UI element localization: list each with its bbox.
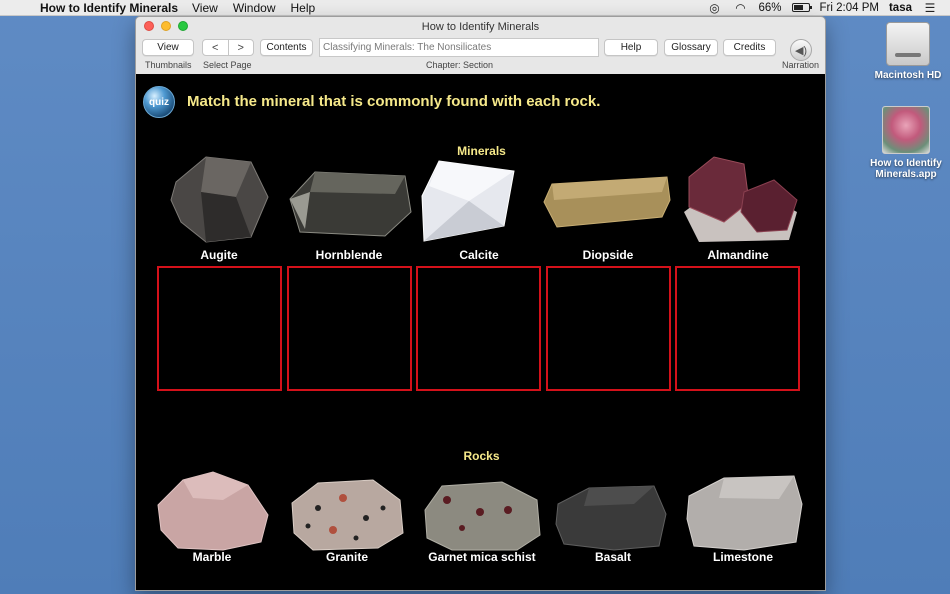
menu-window[interactable]: Window <box>233 1 276 15</box>
wifi-icon[interactable]: ◠ <box>733 1 749 15</box>
narration-speaker-icon[interactable]: ◀) <box>790 39 812 61</box>
glossary-button[interactable]: Glossary <box>664 39 718 56</box>
schist-garnet <box>504 506 512 514</box>
help-button[interactable]: Help <box>604 39 658 56</box>
narration-label: Narration <box>782 60 820 70</box>
thumbnails-label: Thumbnails <box>145 60 192 70</box>
limestone-rock-image[interactable] <box>684 474 804 552</box>
battery-icon[interactable] <box>791 3 812 12</box>
creative-cloud-icon[interactable]: ◎ <box>707 1 723 15</box>
chapter-section-label: Chapter: Section <box>426 60 494 70</box>
rock-label-basalt: Basalt <box>594 550 632 564</box>
select-page-label: Select Page <box>203 60 252 70</box>
zoom-window-button[interactable] <box>178 21 188 31</box>
schist-rock <box>424 481 541 551</box>
mineral-label-almandine: Almandine <box>707 248 769 262</box>
quiz-badge-icon: quiz <box>143 86 175 118</box>
battery-fill <box>793 5 803 10</box>
garnet-mica-schist-rock-image[interactable] <box>422 480 542 552</box>
quiz-title: Match the mineral that is commonly found… <box>187 93 601 110</box>
rock-label-marble: Marble <box>192 550 232 564</box>
granite-speck <box>363 515 369 521</box>
schist-garnet <box>476 508 484 516</box>
schist-garnet <box>443 496 451 504</box>
battery-percent[interactable]: 66% <box>759 2 782 14</box>
menu-view[interactable]: View <box>192 1 218 15</box>
granite-rock-image[interactable] <box>288 478 406 552</box>
granite-speck <box>329 526 337 534</box>
augite-mineral-image[interactable] <box>166 152 272 247</box>
tourmaline-app-icon <box>882 106 930 154</box>
granite-speck <box>305 523 311 529</box>
granite-speck <box>315 505 321 511</box>
mineral-label-hornblende: Hornblende <box>315 248 383 262</box>
rock-label-granite: Granite <box>325 550 368 564</box>
contents-button[interactable]: Contents <box>260 39 313 56</box>
mineral-label-calcite: Calcite <box>459 248 499 262</box>
drop-box-4[interactable] <box>546 266 671 391</box>
mineral-label-augite: Augite <box>200 248 238 262</box>
granite-speck <box>353 535 359 541</box>
diopside-mineral-image[interactable] <box>542 172 672 232</box>
minimize-window-button[interactable] <box>161 21 171 31</box>
rocks-heading: Rocks <box>463 449 500 463</box>
granite-rock <box>291 479 404 551</box>
app-window: How to Identify Minerals View < > Conten… <box>135 16 826 591</box>
window-titlebar[interactable]: How to Identify Minerals <box>136 17 825 36</box>
marble-rock-image[interactable] <box>153 470 273 552</box>
credits-button[interactable]: Credits <box>723 39 776 56</box>
quiz-content: quiz Match the mineral that is commonly … <box>136 74 825 590</box>
notification-list-icon[interactable]: ☰ <box>922 1 938 15</box>
window-title: How to Identify Minerals <box>421 20 540 33</box>
schist-garnet <box>459 525 465 531</box>
view-button[interactable]: View <box>142 39 194 56</box>
previous-page-button[interactable]: < <box>203 40 229 55</box>
menu-bar: How to Identify Minerals View Window Hel… <box>0 0 950 16</box>
granite-speck <box>339 494 347 502</box>
chapter-section-field[interactable]: Classifying Minerals: The Nonsilicates <box>319 38 599 57</box>
almandine-mineral-image[interactable] <box>679 152 799 244</box>
toolbar: View < > Contents Classifying Minerals: … <box>136 36 825 74</box>
drop-box-3[interactable] <box>416 266 541 391</box>
mineral-label-diopside: Diopside <box>582 248 634 262</box>
desktop-icon-label: How to Identify Minerals.app <box>870 158 942 180</box>
calcite-mineral-image[interactable] <box>419 156 525 246</box>
desktop-icon-macintosh-hd[interactable]: Macintosh HD <box>868 22 948 81</box>
page-nav-control: < > <box>202 39 254 56</box>
close-window-button[interactable] <box>144 21 154 31</box>
basalt-rock-image[interactable] <box>554 484 670 552</box>
hard-drive-icon <box>886 22 930 66</box>
next-page-button[interactable]: > <box>229 40 254 55</box>
drop-box-1[interactable] <box>157 266 282 391</box>
rock-label-garnet-mica-schist: Garnet mica schist <box>428 550 536 564</box>
menu-app-name[interactable]: How to Identify Minerals <box>40 1 178 15</box>
menu-user[interactable]: tasa <box>889 2 912 14</box>
desktop-icon-app[interactable]: How to Identify Minerals.app <box>866 106 946 180</box>
hornblende-mineral-image[interactable] <box>285 164 413 244</box>
drop-box-2[interactable] <box>287 266 412 391</box>
menu-clock[interactable]: Fri 2:04 PM <box>820 2 879 14</box>
granite-speck <box>380 505 386 511</box>
desktop-icon-label: Macintosh HD <box>874 70 942 81</box>
menu-help[interactable]: Help <box>291 1 316 15</box>
rock-label-limestone: Limestone <box>712 550 773 564</box>
drop-box-5[interactable] <box>675 266 800 391</box>
